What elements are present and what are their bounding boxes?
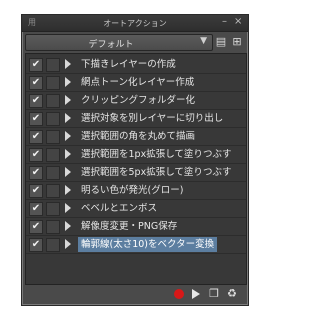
enable-checkbox[interactable]: ✔ [29, 166, 43, 180]
action-row[interactable]: ✔ 網点トーン化レイヤー作成 [26, 74, 246, 91]
chevron-down-icon: ▼ [200, 36, 207, 46]
sliders-icon[interactable]: ⊞ [230, 34, 244, 49]
delete-action-button[interactable]: ♻ [225, 287, 239, 301]
enable-checkbox[interactable]: ✔ [29, 76, 43, 90]
expand-triangle-icon[interactable] [65, 77, 71, 87]
expand-triangle-icon[interactable] [65, 113, 71, 123]
expand-triangle-icon[interactable] [65, 149, 71, 159]
enable-checkbox[interactable]: ✔ [29, 148, 43, 162]
expand-triangle-icon[interactable] [65, 221, 71, 231]
auto-action-panel: 用 オートアクション – × デフォルト ▼ ▤ ⊞ ✔ 下描きレイヤーの作成 ✔ 網… [21, 14, 249, 306]
trash-icon: ♻ [227, 287, 237, 300]
action-row[interactable]: ✔ 解像度変更・PNG保存 [26, 218, 246, 235]
play-icon [192, 289, 200, 299]
dialog-toggle-box[interactable] [46, 58, 60, 72]
enable-checkbox[interactable]: ✔ [29, 94, 43, 108]
action-row[interactable]: ✔ 輪郭線(太さ10)をベクター変換 [26, 236, 246, 253]
expand-triangle-icon[interactable] [65, 185, 71, 195]
collapse-icon[interactable]: – [222, 16, 227, 28]
record-button[interactable] [173, 287, 185, 301]
action-row[interactable]: ✔ クリッピングフォルダー化 [26, 92, 246, 109]
action-label: 明るい色が発光(グロー) [81, 185, 184, 196]
panel-titlebar[interactable]: 用 オートアクション – × [22, 15, 248, 32]
folder-menu-icon[interactable]: ▤ [214, 34, 228, 49]
action-label: 網点トーン化レイヤー作成 [81, 77, 195, 88]
dialog-toggle-box[interactable] [46, 130, 60, 144]
dialog-toggle-box[interactable] [46, 166, 60, 180]
action-list: ✔ 下描きレイヤーの作成 ✔ 網点トーン化レイヤー作成 ✔ クリッピングフォルダー化 ✔ 選択… [25, 53, 247, 285]
panel-title: オートアクション [103, 19, 167, 28]
action-label: 輪郭線(太さ10)をベクター変換 [78, 237, 218, 252]
expand-triangle-icon[interactable] [65, 59, 71, 69]
action-row[interactable]: ✔ ベベルとエンボス [26, 200, 246, 217]
expand-triangle-icon[interactable] [65, 167, 71, 177]
dialog-toggle-box[interactable] [46, 112, 60, 126]
dialog-toggle-box[interactable] [46, 76, 60, 90]
action-label: 解像度変更・PNG保存 [81, 221, 178, 232]
row-divider [26, 253, 246, 254]
dialog-toggle-box[interactable] [46, 220, 60, 234]
action-label: 選択範囲の角を丸めて描画 [81, 131, 196, 142]
enable-checkbox[interactable]: ✔ [29, 238, 43, 252]
new-action-button[interactable]: ❐ [207, 287, 221, 301]
action-row[interactable]: ✔ 選択範囲を5px拡張して塗りつぶす [26, 164, 246, 181]
action-label: 選択範囲を5px拡張して塗りつぶす [81, 167, 232, 178]
expand-triangle-icon[interactable] [65, 203, 71, 213]
enable-checkbox[interactable]: ✔ [29, 184, 43, 198]
action-set-dropdown[interactable]: デフォルト ▼ [25, 34, 213, 51]
enable-checkbox[interactable]: ✔ [29, 130, 43, 144]
action-row[interactable]: ✔ 明るい色が発光(グロー) [26, 182, 246, 199]
action-label: ベベルとエンボス [81, 203, 158, 214]
enable-checkbox[interactable]: ✔ [29, 112, 43, 126]
close-icon[interactable]: × [234, 16, 242, 28]
action-label: クリッピングフォルダー化 [81, 95, 196, 106]
action-row[interactable]: ✔ 選択範囲を1px拡張して塗りつぶす [26, 146, 246, 163]
action-label: 選択範囲を1px拡張して塗りつぶす [81, 149, 232, 160]
dialog-toggle-box[interactable] [46, 184, 60, 198]
action-row[interactable]: ✔ 選択対象を別レイヤーに切り出し [26, 110, 246, 127]
dialog-toggle-box[interactable] [46, 238, 60, 252]
enable-checkbox[interactable]: ✔ [29, 220, 43, 234]
action-row[interactable]: ✔ 下描きレイヤーの作成 [26, 56, 246, 73]
enable-checkbox[interactable]: ✔ [29, 58, 43, 72]
play-button[interactable] [190, 287, 202, 301]
expand-triangle-icon[interactable] [65, 239, 71, 249]
expand-triangle-icon[interactable] [65, 95, 71, 105]
dialog-toggle-box[interactable] [46, 148, 60, 162]
action-label: 下描きレイヤーの作成 [81, 59, 176, 70]
dialog-toggle-box[interactable] [46, 94, 60, 108]
dialog-toggle-box[interactable] [46, 202, 60, 216]
action-row[interactable]: ✔ 選択範囲の角を丸めて描画 [26, 128, 246, 145]
action-set-value: デフォルト [88, 40, 134, 50]
action-label: 選択対象を別レイヤーに切り出し [81, 113, 224, 124]
new-action-icon: ❐ [209, 287, 219, 300]
record-icon [174, 289, 184, 299]
enable-checkbox[interactable]: ✔ [29, 202, 43, 216]
panel-footer: ❐ ♻ [22, 285, 248, 305]
expand-triangle-icon[interactable] [65, 131, 71, 141]
